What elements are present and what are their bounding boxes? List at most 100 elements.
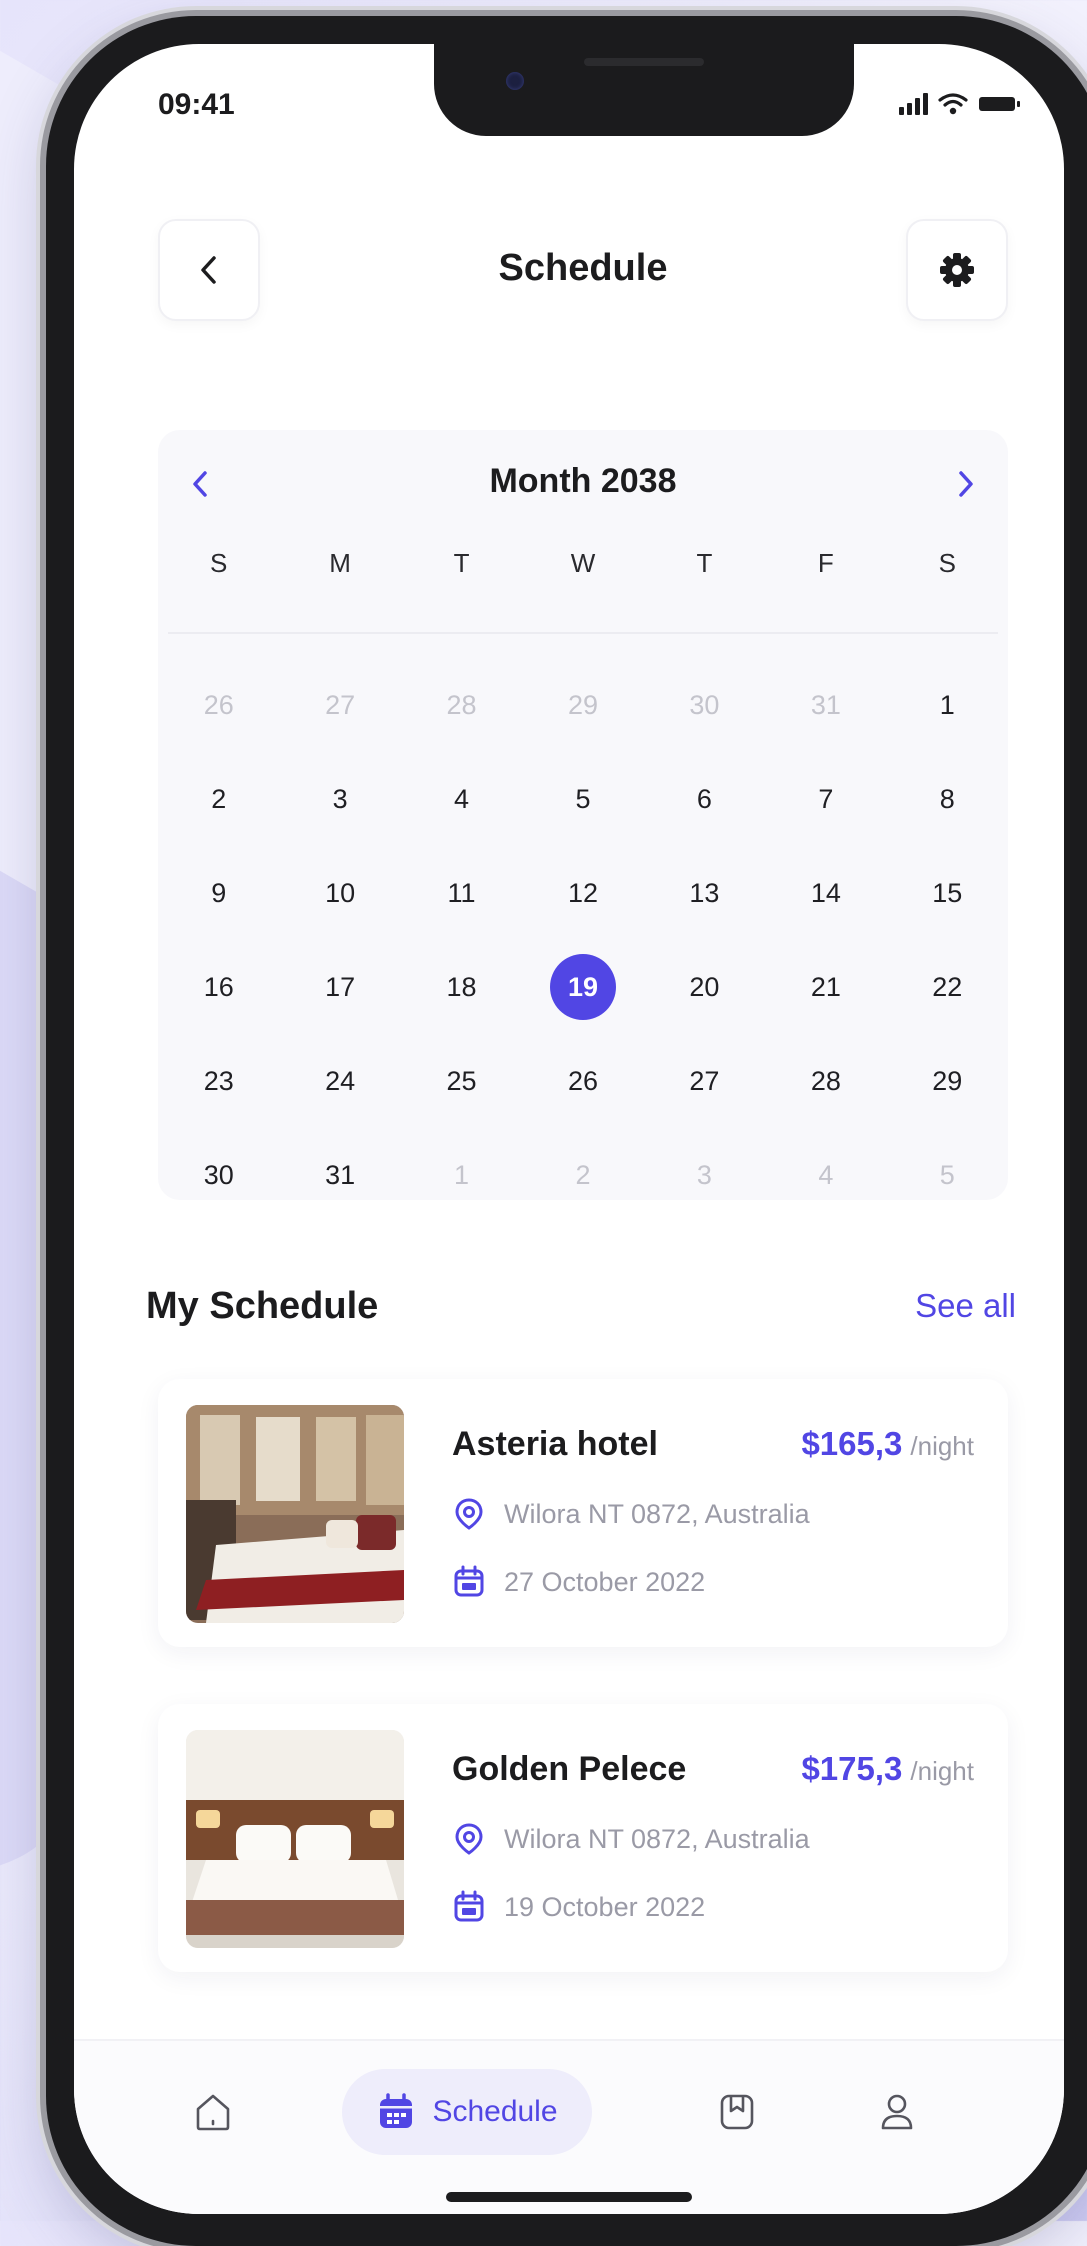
bookmark-icon <box>720 2094 754 2130</box>
price-unit: /night <box>910 1431 974 1461</box>
calendar-day[interactable]: 17 <box>279 940 400 1034</box>
schedule-card[interactable]: Asteria hotel $165,3/night Wilora NT 087… <box>158 1379 1008 1647</box>
tab-profile[interactable] <box>854 2069 940 2155</box>
calendar-day[interactable]: 1 <box>401 1128 522 1222</box>
calendar-day[interactable]: 11 <box>401 846 522 940</box>
calendar-day-label: 18 <box>446 971 477 1002</box>
calendar-day[interactable]: 28 <box>401 658 522 752</box>
calendar-day[interactable]: 14 <box>765 846 886 940</box>
calendar-day[interactable]: 6 <box>644 752 765 846</box>
schedule-date: 19 October 2022 <box>504 1891 706 1922</box>
calendar-day[interactable]: 5 <box>887 1128 1008 1222</box>
price-value: $175,3 <box>801 1750 903 1787</box>
weekday-label: S <box>938 548 956 578</box>
calendar-day[interactable]: 26 <box>158 658 279 752</box>
top-bar: Schedule <box>158 219 1008 321</box>
calendar-day-label: 3 <box>696 1159 712 1190</box>
calendar-day[interactable]: 20 <box>644 940 765 1034</box>
calendar-day[interactable]: 13 <box>644 846 765 940</box>
next-month-button[interactable] <box>936 454 996 514</box>
calendar-day-label: 3 <box>332 783 348 814</box>
calendar-day-label: 30 <box>689 689 720 720</box>
weekday-label: S <box>210 548 228 578</box>
gear-icon <box>940 253 974 287</box>
calendar-day[interactable]: 27 <box>279 658 400 752</box>
hotel-image <box>186 1405 404 1623</box>
phone-screen: 09:41 Schedule Month 2038 S M T W T F S … <box>74 44 1064 2214</box>
calendar-day-label: 23 <box>203 1065 234 1096</box>
calendar-day-label: 30 <box>203 1159 234 1190</box>
tab-schedule[interactable]: Schedule <box>342 2069 592 2155</box>
phone-frame: 09:41 Schedule Month 2038 S M T W T F S … <box>46 16 1087 2246</box>
weekday-label: M <box>329 548 351 578</box>
calendar-day[interactable]: 23 <box>158 1034 279 1128</box>
calendar-day-selected[interactable]: 19 <box>522 940 643 1034</box>
calendar-day-label: 5 <box>939 1159 955 1190</box>
calendar-day[interactable]: 25 <box>401 1034 522 1128</box>
page-title: Schedule <box>498 247 668 289</box>
weekday-label: W <box>570 548 596 578</box>
calendar-day-label: 5 <box>575 783 591 814</box>
camera <box>506 72 524 90</box>
calendar-day[interactable]: 1 <box>887 658 1008 752</box>
calendar-day[interactable]: 22 <box>887 940 1008 1034</box>
calendar-day[interactable]: 12 <box>522 846 643 940</box>
schedule-date: 27 October 2022 <box>504 1566 706 1597</box>
schedule-card[interactable]: Golden Pelece $175,3/night Wilora NT 087… <box>158 1704 1008 1972</box>
settings-button[interactable] <box>906 219 1008 321</box>
calendar-day[interactable]: 31 <box>279 1128 400 1222</box>
weekday-header: SMTWTFS <box>158 548 1008 579</box>
location-row: Wilora NT 0872, Australia <box>452 1822 810 1856</box>
calendar-day-label: 1 <box>454 1159 470 1190</box>
calendar-day[interactable]: 30 <box>644 658 765 752</box>
calendar-day[interactable]: 29 <box>887 1034 1008 1128</box>
hotel-price: $175,3/night <box>801 1750 974 1788</box>
calendar-day-label: 22 <box>932 971 963 1002</box>
calendar-day-label: 25 <box>446 1065 477 1096</box>
tab-home[interactable] <box>170 2069 256 2155</box>
calendar-day-label: 2 <box>211 783 227 814</box>
calendar-day[interactable]: 7 <box>765 752 886 846</box>
hotel-name: Asteria hotel <box>452 1425 658 1463</box>
calendar-day[interactable]: 30 <box>158 1128 279 1222</box>
calendar-day-label: 29 <box>932 1065 963 1096</box>
calendar-day[interactable]: 3 <box>644 1128 765 1222</box>
calendar-day[interactable]: 26 <box>522 1034 643 1128</box>
calendar-days: 26 27 28 29 30 31 1 2 3 4 5 6 7 8 9 10 11 12 13 14 15 16 17 18 1… <box>158 658 1008 1222</box>
calendar-day[interactable]: 15 <box>887 846 1008 940</box>
weekday-label: F <box>817 548 834 578</box>
calendar-day[interactable]: 5 <box>522 752 643 846</box>
calendar-day[interactable]: 27 <box>644 1034 765 1128</box>
calendar-day[interactable]: 8 <box>887 752 1008 846</box>
calendar-day[interactable]: 4 <box>401 752 522 846</box>
location-row: Wilora NT 0872, Australia <box>452 1497 810 1531</box>
calendar-divider <box>168 632 998 634</box>
calendar-day-label: 28 <box>446 689 477 720</box>
calendar-day-label: 2 <box>575 1159 591 1190</box>
calendar-day[interactable]: 31 <box>765 658 886 752</box>
calendar-day-label: 10 <box>325 877 356 908</box>
calendar-day[interactable]: 2 <box>522 1128 643 1222</box>
calendar-day[interactable]: 3 <box>279 752 400 846</box>
calendar-day[interactable]: 16 <box>158 940 279 1034</box>
calendar-icon <box>454 1890 484 1922</box>
calendar-day[interactable]: 9 <box>158 846 279 940</box>
calendar-day[interactable]: 18 <box>401 940 522 1034</box>
calendar-day[interactable]: 10 <box>279 846 400 940</box>
calendar-day[interactable]: 2 <box>158 752 279 846</box>
calendar-day-label: 14 <box>810 877 841 908</box>
calendar-day-label: 27 <box>325 689 356 720</box>
calendar-day-label: 26 <box>203 689 234 720</box>
weekday-label: T <box>453 548 470 578</box>
calendar-day[interactable]: 24 <box>279 1034 400 1128</box>
hotel-image <box>186 1730 404 1948</box>
see-all-link[interactable]: See all <box>915 1287 1016 1325</box>
price-value: $165,3 <box>801 1425 903 1462</box>
calendar-title: Month 2038 <box>489 462 677 500</box>
calendar-day[interactable]: 4 <box>765 1128 886 1222</box>
speaker <box>584 58 704 66</box>
tab-bookmark[interactable] <box>694 2069 780 2155</box>
calendar-day[interactable]: 28 <box>765 1034 886 1128</box>
calendar-day[interactable]: 29 <box>522 658 643 752</box>
calendar-day[interactable]: 21 <box>765 940 886 1034</box>
